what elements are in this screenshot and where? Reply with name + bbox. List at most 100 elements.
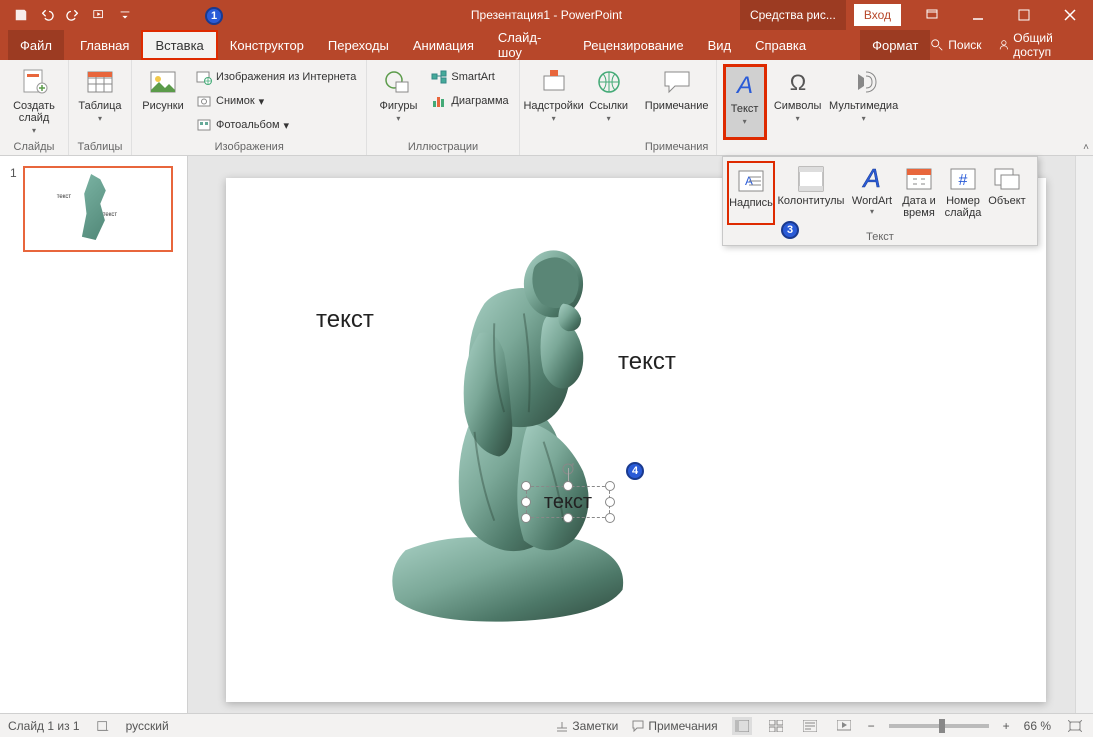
new-slide-button[interactable]: Создать слайд ▾: [6, 64, 62, 140]
zoom-slider[interactable]: [889, 724, 989, 728]
slide[interactable]: текст текст текст 4: [226, 178, 1046, 702]
chart-label: Диаграмма: [451, 95, 508, 107]
group-addins-links: Надстройки ▾ Ссылки ▾: [520, 60, 638, 155]
object-icon: [991, 163, 1023, 195]
qat-customize-button[interactable]: [112, 2, 138, 28]
start-from-beginning-button[interactable]: [86, 2, 112, 28]
thumbnail-statue-image: [73, 174, 119, 240]
thinker-statue-image[interactable]: [366, 212, 662, 632]
dropdown-arrow-icon: ▾: [284, 119, 290, 132]
title-bar: Презентация1 - PowerPoint Средства рис..…: [0, 0, 1093, 30]
slide-sorter-view-button[interactable]: [766, 717, 786, 735]
tab-animations[interactable]: Анимация: [401, 30, 486, 60]
redo-button[interactable]: [60, 2, 86, 28]
slide-text-2[interactable]: текст: [618, 348, 676, 376]
tab-transitions[interactable]: Переходы: [316, 30, 401, 60]
shapes-button[interactable]: Фигуры ▾: [373, 64, 423, 140]
addins-button[interactable]: Надстройки ▾: [526, 64, 582, 140]
object-button[interactable]: Объект: [985, 161, 1029, 225]
tab-insert[interactable]: Вставка: [141, 30, 217, 60]
addins-icon: [538, 66, 570, 98]
fit-to-window-button[interactable]: [1065, 717, 1085, 735]
maximize-button[interactable]: [1001, 0, 1047, 30]
wordart-button[interactable]: A WordArt ▾: [847, 161, 897, 225]
tab-help[interactable]: Справка: [743, 30, 818, 60]
symbols-icon: Ω: [782, 66, 814, 98]
wordart-label: WordArt: [852, 195, 892, 207]
online-pictures-icon: [196, 69, 212, 85]
tab-file[interactable]: Файл: [8, 30, 64, 60]
comments-toggle[interactable]: Примечания: [632, 719, 717, 733]
zoom-in-button[interactable]: +: [1003, 719, 1010, 733]
photo-album-button[interactable]: Фотоальбом ▾: [192, 114, 360, 136]
links-label: Ссылки: [589, 100, 628, 112]
slide-number-label: Номер слайда: [943, 195, 983, 219]
selected-text-box[interactable]: текст: [526, 486, 610, 518]
tab-view[interactable]: Вид: [696, 30, 744, 60]
undo-button[interactable]: [34, 2, 60, 28]
zoom-out-button[interactable]: −: [868, 719, 875, 733]
comments-label: Примечания: [648, 719, 717, 733]
quick-access-toolbar: [0, 2, 138, 28]
chart-button[interactable]: Диаграмма: [427, 90, 512, 112]
tab-slideshow[interactable]: Слайд-шоу: [486, 30, 571, 60]
selected-text-content[interactable]: текст: [526, 486, 610, 518]
vertical-scrollbar[interactable]: [1075, 156, 1093, 713]
tell-me-search[interactable]: Поиск: [930, 38, 981, 52]
comment-label: Примечание: [645, 100, 709, 112]
slideshow-view-button[interactable]: [834, 717, 854, 735]
signin-button[interactable]: Вход: [854, 4, 901, 26]
new-slide-icon: [18, 66, 50, 98]
zoom-level[interactable]: 66 %: [1024, 719, 1051, 733]
pictures-button[interactable]: Рисунки: [138, 64, 188, 140]
tab-home[interactable]: Главная: [68, 30, 141, 60]
collapse-ribbon-button[interactable]: ˄: [1083, 142, 1089, 153]
slide-text-1[interactable]: текст: [316, 306, 374, 334]
comment-icon: [661, 66, 693, 98]
save-button[interactable]: [8, 2, 34, 28]
slide-thumbnail-1[interactable]: текст текст: [23, 166, 173, 252]
dropdown-arrow-icon: ▾: [396, 114, 400, 123]
spellcheck-icon[interactable]: [96, 719, 110, 733]
slide-number-button[interactable]: # Номер слайда: [941, 161, 985, 225]
symbols-button[interactable]: Ω Символы ▾: [771, 64, 825, 140]
screenshot-label: Снимок: [216, 95, 255, 107]
dropdown-arrow-icon: ▾: [607, 114, 611, 123]
online-pictures-button[interactable]: Изображения из Интернета: [192, 66, 360, 88]
links-button[interactable]: Ссылки ▾: [586, 64, 632, 140]
dropdown-arrow-icon: ▾: [552, 114, 556, 123]
tab-format[interactable]: Формат: [860, 30, 930, 60]
language-indicator[interactable]: русский: [126, 719, 169, 733]
svg-text:A: A: [735, 72, 753, 99]
media-button[interactable]: Мультимедиа ▾: [829, 64, 899, 140]
datetime-button[interactable]: Дата и время: [897, 161, 941, 225]
step-badge-1: 1: [205, 7, 223, 25]
minimize-button[interactable]: [955, 0, 1001, 30]
wordart-icon: A: [856, 163, 888, 195]
header-footer-button[interactable]: Колонтитулы: [775, 161, 847, 225]
textbox-label: Надпись: [729, 197, 773, 209]
textbox-button[interactable]: A Надпись: [727, 161, 775, 225]
text-dropdown-panel: A Надпись Колонтитулы A WordArt ▾ Дата и…: [722, 156, 1038, 246]
header-footer-label: Колонтитулы: [778, 195, 845, 207]
reading-view-button[interactable]: [800, 717, 820, 735]
text-dropdown-button[interactable]: A Текст ▾: [723, 64, 767, 140]
share-button[interactable]: Общий доступ: [998, 31, 1081, 59]
addins-label: Надстройки: [523, 100, 583, 112]
comment-button[interactable]: Примечание: [644, 64, 710, 140]
close-button[interactable]: [1047, 0, 1093, 30]
tab-review[interactable]: Рецензирование: [571, 30, 695, 60]
table-button[interactable]: Таблица ▾: [75, 64, 125, 140]
notes-toggle[interactable]: Заметки: [556, 719, 618, 733]
dropdown-arrow-icon: ▾: [870, 207, 874, 216]
photo-album-icon: [196, 117, 212, 133]
dropdown-arrow-icon: ▾: [796, 114, 800, 123]
group-text-symbols-media: A Текст ▾ Ω Символы ▾ Мультимедиа ▾: [717, 60, 899, 155]
normal-view-button[interactable]: [732, 717, 752, 735]
tab-design[interactable]: Конструктор: [218, 30, 316, 60]
smartart-button[interactable]: SmartArt: [427, 66, 512, 88]
pictures-label: Рисунки: [142, 100, 184, 112]
ribbon-options-button[interactable]: [909, 0, 955, 30]
screenshot-button[interactable]: Снимок ▾: [192, 90, 360, 112]
text-dropdown-group-label: Текст: [723, 229, 1037, 245]
